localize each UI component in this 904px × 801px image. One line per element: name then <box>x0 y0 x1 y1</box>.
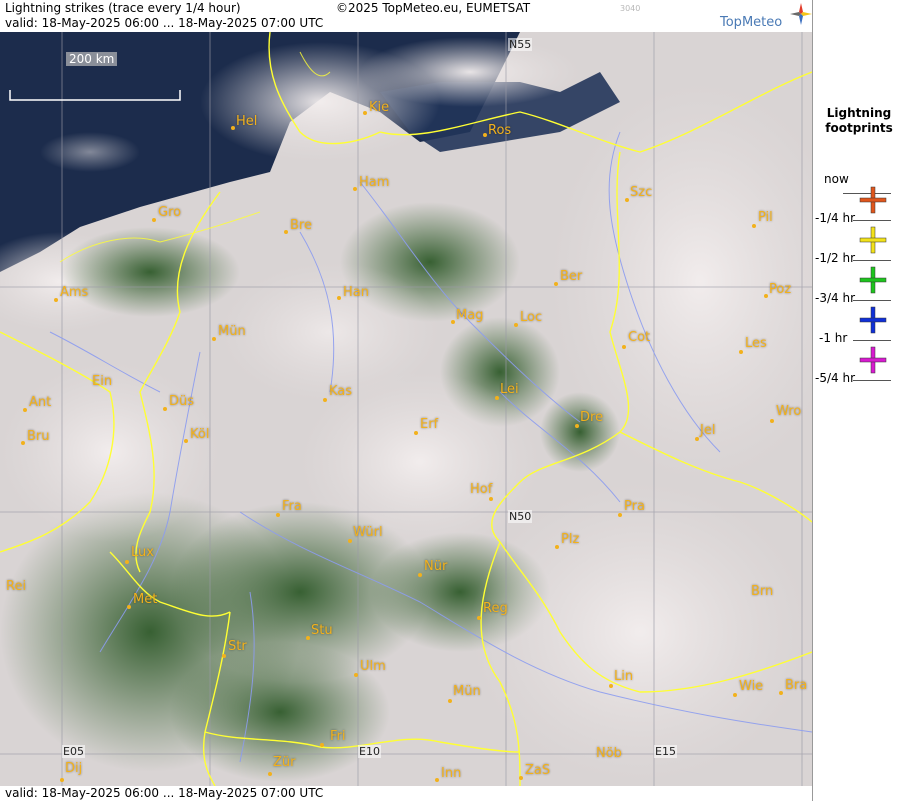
plus-icon-30m <box>859 226 887 254</box>
legend-panel: Lightning footprints now -1/4 hr -1/2 hr… <box>812 0 904 801</box>
plus-icon-45m <box>859 266 887 294</box>
grid-label-n55: N55 <box>508 38 533 51</box>
legend-line-45m <box>853 300 891 301</box>
legend-label-30m: -1/2 hr <box>815 251 855 265</box>
scale-label: 200 km <box>66 52 118 66</box>
header-bar: Lightning strikes (trace every 1/4 hour)… <box>0 0 812 32</box>
legend-title: Lightning footprints <box>825 106 893 135</box>
valid-time-bottom: valid: 18-May-2025 06:00 ... 18-May-2025… <box>5 786 324 800</box>
footer-bar: valid: 18-May-2025 06:00 ... 18-May-2025… <box>0 786 812 801</box>
brand-logo-text: TopMeteo <box>720 15 783 30</box>
map-title: Lightning strikes (trace every 1/4 hour) <box>5 1 241 15</box>
legend-label-now: now <box>824 172 849 186</box>
plus-icon-60m <box>859 306 887 334</box>
plus-icon-75m <box>859 346 887 374</box>
grid-label-e15: E15 <box>654 745 677 758</box>
legend-label-45m: -3/4 hr <box>815 291 855 305</box>
legend-line-75m <box>853 380 891 381</box>
legend-label-60m: -1 hr <box>819 331 848 345</box>
copyright-text: ©2025 TopMeteo.eu, EUMETSAT <box>336 1 531 15</box>
valid-time-top: valid: 18-May-2025 06:00 ... 18-May-2025… <box>5 16 324 30</box>
grid-label-e10: E10 <box>358 745 381 758</box>
grid-label-e05: E05 <box>62 745 85 758</box>
plus-icon-15m <box>859 186 887 214</box>
map-canvas <box>0 32 812 786</box>
map-code: 3040 <box>620 4 641 13</box>
legend-line-15m <box>853 220 891 221</box>
compass-icon <box>790 3 812 25</box>
legend-line-30m <box>853 260 891 261</box>
legend-line-60m <box>853 340 891 341</box>
grid-label-n50: N50 <box>508 510 533 523</box>
legend-label-15m: -1/4 hr <box>815 211 855 225</box>
scale-bar <box>9 90 181 101</box>
legend-label-75m: -5/4 hr <box>815 371 855 385</box>
satellite-map[interactable]: 200 km N55 N50 E05 E10 E15 Hel Kie Ros H… <box>0 32 812 786</box>
